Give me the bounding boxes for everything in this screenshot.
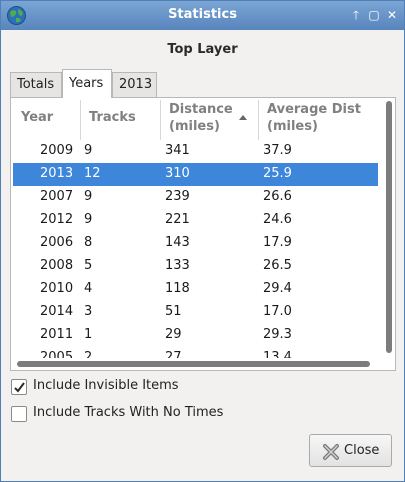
close-icon [323,444,339,460]
cell-distance: 239 [165,189,190,204]
cell-avg: 26.6 [263,189,292,204]
tab-totals[interactable]: Totals [10,72,62,97]
close-window-icon[interactable]: ✕ [385,7,399,23]
checkmark-icon [14,382,25,393]
table-row[interactable]: 2011 1 29 29.3 [13,324,378,347]
table-row[interactable]: 2008 5 133 26.5 [13,255,378,278]
cell-year: 2006 [40,235,74,250]
column-header-tracks[interactable]: Tracks [81,100,161,140]
cell-avg: 26.5 [263,258,292,273]
cell-tracks: 2 [84,350,93,358]
statistics-window: Statistics 🡑 ▢ ✕ Top Layer Totals Years … [0,0,405,482]
maximize-icon[interactable]: ▢ [367,7,381,23]
cell-distance: 310 [165,166,190,181]
table-row[interactable]: 2012 9 221 24.6 [13,209,378,232]
vertical-scrollbar[interactable] [386,101,392,353]
horizontal-scrollbar-track [14,360,374,368]
include-tracks-no-times-label: Include Tracks With No Times [33,405,224,420]
cell-tracks: 3 [84,304,93,319]
table-row[interactable]: 2009 9 341 37.9 [13,140,378,163]
close-button-label: Close [344,443,380,458]
horizontal-scrollbar[interactable] [17,361,370,367]
cell-avg: 37.9 [263,143,292,158]
cell-distance: 29 [165,327,182,342]
years-table[interactable]: Year Tracks Distance (miles) Average Dis… [13,100,378,358]
cell-year: 2012 [40,212,74,227]
cell-distance: 51 [165,304,182,319]
cell-tracks: 4 [84,281,93,296]
cell-distance: 27 [165,350,182,358]
cell-avg: 24.6 [263,212,292,227]
close-button[interactable]: Close [309,434,392,467]
cell-year: 2008 [40,258,74,273]
cell-year: 2014 [40,304,74,319]
table-header: Year Tracks Distance (miles) Average Dis… [13,100,378,140]
cell-avg: 25.9 [263,166,292,181]
cell-distance: 133 [165,258,190,273]
sort-ascending-icon [239,115,247,120]
table-row[interactable]: 2005 2 27 13.4 [13,347,378,358]
pin-window-icon[interactable]: 🡑 [349,7,363,23]
cell-tracks: 5 [84,258,93,273]
tab-years[interactable]: Years [62,69,112,98]
column-header-year[interactable]: Year [13,100,81,140]
tab-2013[interactable]: 2013 [112,72,157,97]
cell-year: 2011 [40,327,74,342]
column-header-average-dist[interactable]: Average Dist (miles) [259,100,378,140]
cell-tracks: 9 [84,212,93,227]
include-invisible-items-label: Include Invisible Items [33,378,179,393]
cell-avg: 29.3 [263,327,292,342]
cell-avg: 13.4 [263,350,292,358]
table-row[interactable]: 2013 12 310 25.9 [13,163,378,186]
cell-distance: 118 [165,281,190,296]
window-title: Statistics [168,7,237,22]
cell-tracks: 9 [84,143,93,158]
layer-title: Top Layer [167,42,238,57]
cell-tracks: 12 [84,166,101,181]
table-row[interactable]: 2014 3 51 17.0 [13,301,378,324]
title-bar[interactable]: Statistics 🡑 ▢ ✕ [1,1,404,30]
cell-year: 2009 [40,143,74,158]
cell-tracks: 8 [84,235,93,250]
cell-year: 2010 [40,281,74,296]
years-tab-panel: Year Tracks Distance (miles) Average Dis… [10,97,396,371]
cell-year: 2007 [40,189,74,204]
cell-distance: 341 [165,143,190,158]
include-invisible-items-checkbox[interactable] [11,379,27,395]
cell-distance: 143 [165,235,190,250]
table-row[interactable]: 2006 8 143 17.9 [13,232,378,255]
cell-tracks: 1 [84,327,93,342]
cell-avg: 17.9 [263,235,292,250]
cell-distance: 221 [165,212,190,227]
column-header-distance[interactable]: Distance (miles) [161,100,259,140]
include-tracks-no-times-checkbox[interactable] [11,406,27,422]
cell-tracks: 9 [84,189,93,204]
cell-year: 2013 [40,166,74,181]
cell-year: 2005 [40,350,74,358]
table-row[interactable]: 2010 4 118 29.4 [13,278,378,301]
cell-avg: 29.4 [263,281,292,296]
cell-avg: 17.0 [263,304,292,319]
table-row[interactable]: 2007 9 239 26.6 [13,186,378,209]
